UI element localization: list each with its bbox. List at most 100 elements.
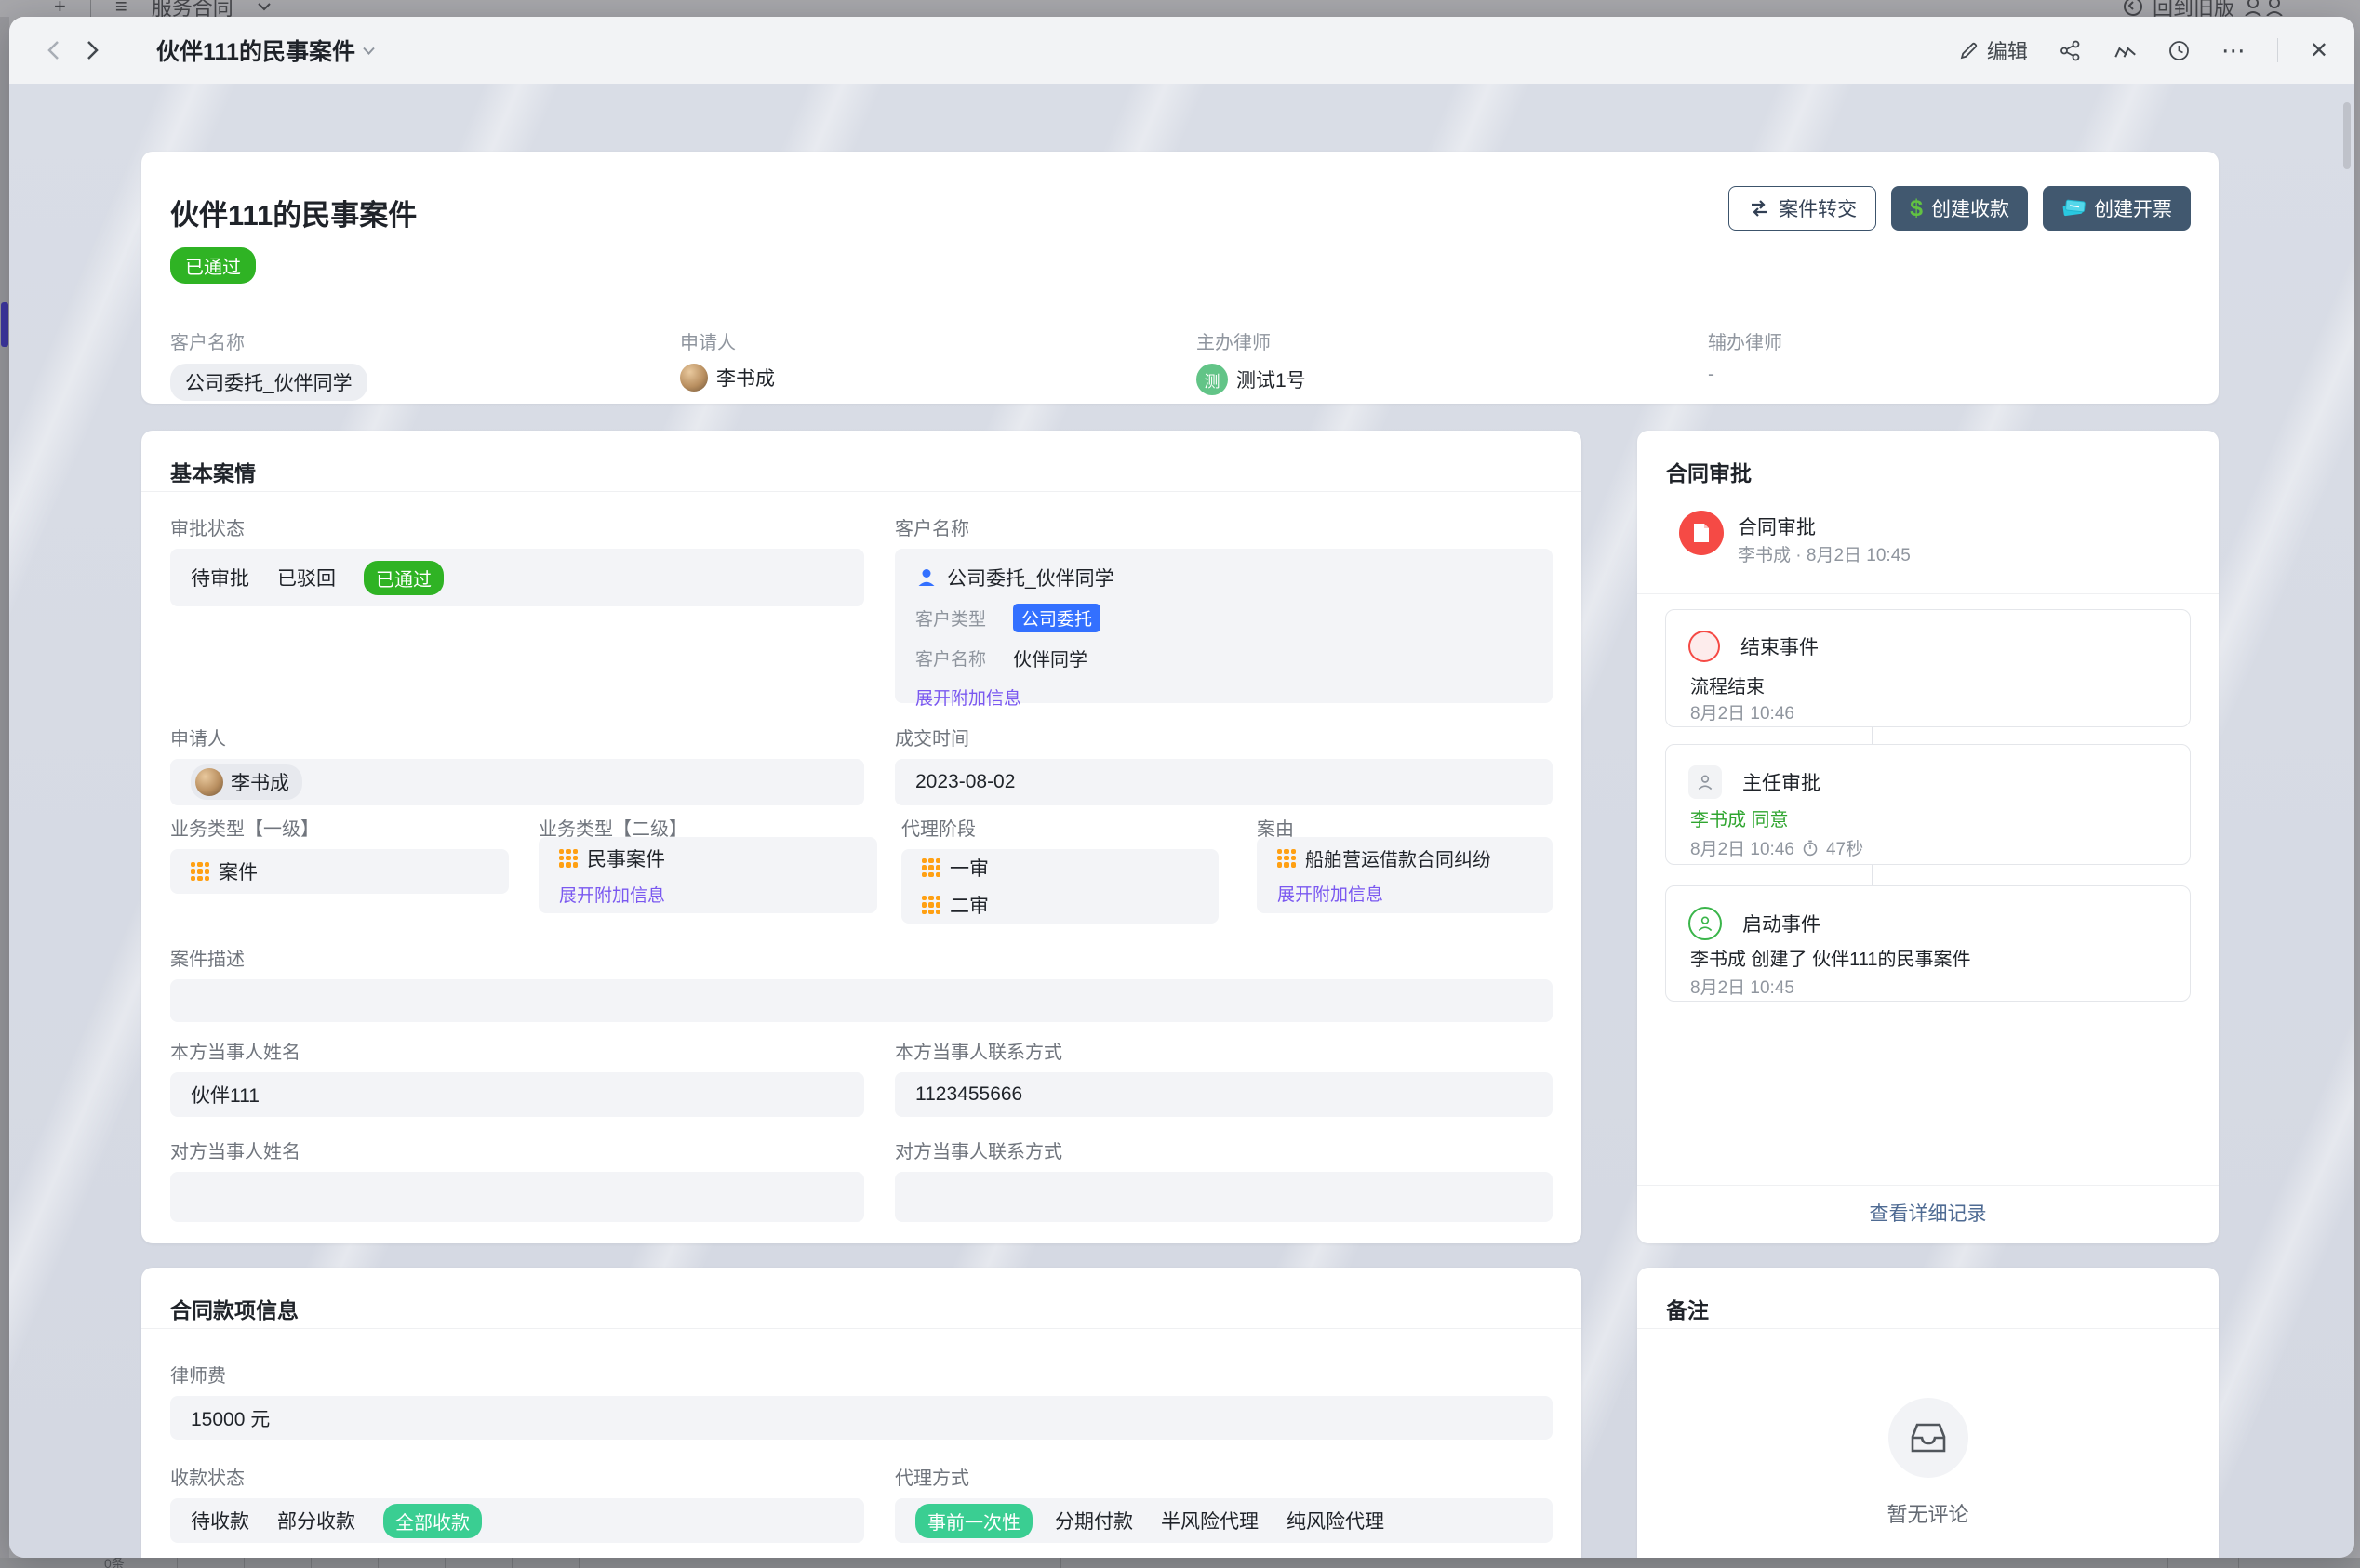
payment-status-box: 待收款 部分收款 全部收款 <box>170 1498 864 1543</box>
option-unpaid: 待收款 <box>191 1507 249 1535</box>
create-receipt-button[interactable]: $ 创建收款 <box>1891 186 2028 231</box>
contract-approval-card: 合同审批 合同审批 李书成 · 8月2日 10:45 结束事件 流程结束 8月2… <box>1637 431 2219 1243</box>
background-scrollbar-thumb[interactable] <box>1 302 8 347</box>
field-party-contact: 本方当事人联系方式 1123455666 <box>895 1037 1553 1117</box>
chevron-down-icon <box>363 47 375 55</box>
option-pending: 待审批 <box>191 564 249 591</box>
chevron-down-icon <box>258 3 271 11</box>
screen: + ≡ 服务合同 回到旧版 0条 伙伴111的民事案 <box>0 0 2360 1568</box>
field-description: 案件描述 <box>170 944 1553 1022</box>
approval-item-meta: 李书成 · 8月2日 10:45 <box>1738 541 1911 566</box>
divider <box>1637 593 2219 594</box>
expand-info-link[interactable]: 展开附加信息 <box>915 684 1021 710</box>
close-button[interactable]: ✕ <box>2310 37 2328 64</box>
customer-name[interactable]: 公司委托_伙伴同学 <box>947 564 1114 591</box>
clock-icon <box>2168 40 2190 61</box>
edit-button[interactable]: 编辑 <box>1959 35 2028 65</box>
background-old-version-link[interactable]: 回到旧版 <box>2153 0 2234 17</box>
divider <box>1637 1328 2219 1329</box>
deal-time-box: 2023-08-02 <box>895 759 1553 805</box>
share-button[interactable] <box>2060 40 2081 61</box>
option-rejected: 已驳回 <box>277 564 336 591</box>
remarks-card: 备注 暂无评论 <box>1637 1268 2219 1558</box>
next-record-button[interactable] <box>76 34 108 66</box>
section-title: 合同审批 <box>1666 456 1752 487</box>
timeline-card-start-event[interactable]: 启动事件 李书成 创建了 伙伴111的民事案件 8月2日 10:45 <box>1665 885 2191 1002</box>
record-header-card: 伙伴111的民事案件 已通过 案件转交 $ 创建收款 创建开票 <box>141 152 2219 404</box>
applicant-box: 李书成 <box>170 759 864 805</box>
option-approved-selected: 已通过 <box>364 561 444 595</box>
field-opposite-contact: 对方当事人联系方式 <box>895 1136 1553 1222</box>
header-field-customer: 客户名称 公司委托_伙伴同学 <box>170 327 367 401</box>
approval-doc-icon <box>1679 511 1724 555</box>
background-menu-icon[interactable]: ≡ <box>115 0 127 17</box>
prev-record-button[interactable] <box>37 34 69 66</box>
applicant-chip[interactable]: 李书成 <box>191 764 302 800</box>
more-button[interactable]: ⋯ <box>2221 36 2246 65</box>
section-title: 基本案情 <box>170 456 256 487</box>
field-payment-status: 收款状态 待收款 部分收款 全部收款 <box>170 1463 864 1543</box>
customer-pill[interactable]: 公司委托_伙伴同学 <box>170 364 367 401</box>
option-installment: 分期付款 <box>1055 1507 1133 1535</box>
divider <box>141 1328 1581 1329</box>
timeline-card-director-approval[interactable]: 主任审批 李书成 同意 8月2日 10:46 47秒 <box>1665 744 2191 865</box>
record-title-dropdown[interactable]: 伙伴111的民事案件 <box>156 33 375 67</box>
modal-titlebar: 伙伴111的民事案件 编辑 ⋯ ✕ <box>9 17 2354 84</box>
approval-center-button[interactable] <box>2113 41 2137 60</box>
expand-info-link[interactable]: 展开附加信息 <box>559 882 665 907</box>
status-badge: 已通过 <box>170 247 256 284</box>
description-box <box>170 979 1553 1022</box>
stage-box: 一审 二审 <box>901 849 1219 924</box>
field-customer: 客户名称 公司委托_伙伴同学 客户类型 公司委托 客户名称 伙伴同学 <box>895 513 1553 703</box>
lawyer-fee-box: 15000 元 <box>170 1396 1553 1440</box>
record-detail-modal: 伙伴111的民事案件 编辑 ⋯ ✕ <box>9 17 2354 1558</box>
background-tab-label[interactable]: 服务合同 <box>152 0 233 17</box>
option-partial: 部分收款 <box>277 1507 355 1535</box>
contract-payment-card: 合同款项信息 律师费 15000 元 收款状态 待收款 部分收款 全部收款 <box>141 1268 1581 1558</box>
modal-scrollbar-thumb[interactable] <box>2343 102 2351 169</box>
opposite-contact-box <box>895 1172 1553 1222</box>
history-button[interactable] <box>2168 40 2190 61</box>
timeline-card-end-event[interactable]: 结束事件 流程结束 8月2日 10:46 <box>1665 609 2191 727</box>
divider <box>90 0 91 17</box>
field-special-terms: 特殊约定内容 <box>170 1552 282 1558</box>
divider <box>1637 1185 2219 1186</box>
section-title: 备注 <box>1666 1293 1709 1324</box>
field-agency-stage: 代理阶段 一审 二审 <box>901 814 1219 924</box>
biz2-box: 民事案件 展开附加信息 <box>539 837 877 913</box>
party-contact-box: 1123455666 <box>895 1072 1553 1117</box>
background-new-tab-icon[interactable]: + <box>54 0 66 17</box>
field-lawyer-fee: 律师费 15000 元 <box>170 1361 1553 1440</box>
approval-item-title[interactable]: 合同审批 <box>1738 512 1816 540</box>
field-approval-status: 审批状态 待审批 已驳回 已通过 <box>170 513 864 606</box>
history-back-icon <box>2123 0 2143 17</box>
view-detail-log-link[interactable]: 查看详细记录 <box>1637 1199 2219 1227</box>
avatar <box>195 768 223 796</box>
avatar <box>680 364 708 392</box>
agency-mode-box: 事前一次性 分期付款 半风险代理 纯风险代理 <box>895 1498 1553 1543</box>
approval-status-box: 待审批 已驳回 已通过 <box>170 549 864 606</box>
field-party-name: 本方当事人姓名 伙伴111 <box>170 1037 864 1117</box>
section-title: 合同款项信息 <box>170 1293 299 1324</box>
timeline-connector <box>1872 727 1873 744</box>
opposite-name-box <box>170 1172 864 1222</box>
case-transfer-button[interactable]: 案件转交 <box>1728 186 1876 231</box>
stopwatch-icon <box>1802 840 1819 857</box>
option-semi-risk: 半风险代理 <box>1161 1507 1259 1535</box>
field-cause: 船舶营运借款合同纠纷 展开附加信息 案由 <box>1257 814 1553 849</box>
background-app-topbar: + ≡ 服务合同 回到旧版 <box>0 0 2360 17</box>
person-icon <box>915 566 938 589</box>
field-agency-mode: 代理方式 事前一次性 分期付款 半风险代理 纯风险代理 <box>895 1463 1553 1543</box>
background-left-scrollbar[interactable] <box>0 17 9 1558</box>
divider <box>141 491 1581 492</box>
background-table-strip: 0条 <box>0 1558 2360 1568</box>
create-invoice-button[interactable]: 创建开票 <box>2043 186 2191 231</box>
basic-case-card: 基本案情 审批状态 待审批 已驳回 已通过 客户名称 <box>141 431 1581 1243</box>
expand-info-link[interactable]: 展开附加信息 <box>1277 881 1383 906</box>
pencil-icon <box>1959 40 1980 60</box>
dollar-icon: $ <box>1910 195 1923 222</box>
field-opposite-name: 对方当事人姓名 <box>170 1136 864 1222</box>
field-deal-time: 成交时间 2023-08-02 <box>895 724 1553 805</box>
modal-body: 伙伴111的民事案件 已通过 案件转交 $ 创建收款 创建开票 <box>9 84 2354 1558</box>
field-biz-type-2: 民事案件 展开附加信息 业务类型【二级】 <box>539 814 877 849</box>
